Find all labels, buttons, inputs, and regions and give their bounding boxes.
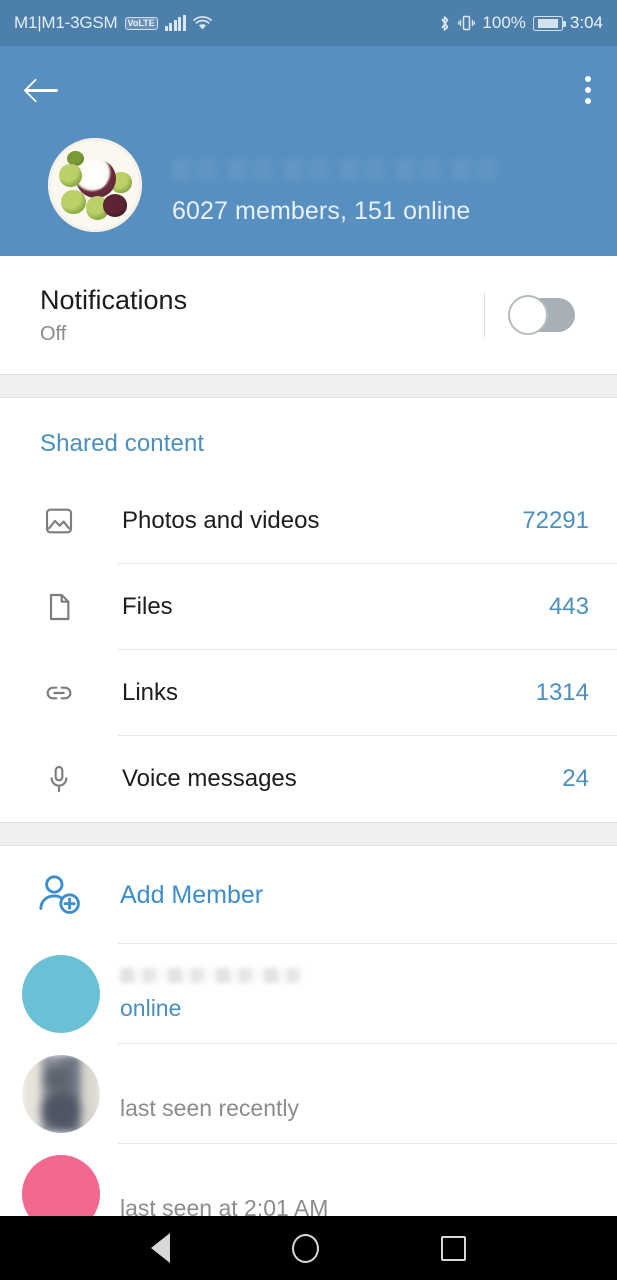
nav-home-icon[interactable] (292, 1233, 319, 1263)
nav-back-icon[interactable] (151, 1233, 170, 1263)
notifications-status: Off (40, 322, 67, 345)
member-row-2[interactable]: last seen recently (0, 1044, 617, 1144)
shared-row-label: Links (122, 679, 179, 706)
group-title-redacted (172, 159, 502, 181)
member-info: last seen recently (100, 1066, 617, 1122)
section-divider-band (0, 374, 617, 398)
telegram-group-info-screen: M1|M1-3GSM VoLTE 100% 3:04 6027 members,… (0, 0, 617, 1280)
notifications-title: Notifications (40, 284, 188, 315)
shared-row-count: 24 (562, 765, 589, 792)
member-status: online (120, 995, 182, 1021)
members-section: Add Member online last seen recently las… (0, 846, 617, 1244)
mangosteen-photo-icon (48, 138, 142, 232)
member-row-1[interactable]: online (0, 944, 617, 1044)
back-arrow-icon[interactable] (26, 76, 60, 104)
add-person-icon (30, 872, 92, 918)
header-text-block: 6027 members, 151 online (172, 159, 591, 232)
photo-icon (40, 505, 78, 537)
member-name-redacted (120, 968, 300, 983)
notifications-toggle[interactable] (508, 295, 575, 335)
shared-row-count: 443 (548, 593, 589, 620)
member-avatar (22, 1055, 100, 1133)
group-avatar[interactable] (48, 138, 142, 232)
member-info: last seen at 2:01 AM (100, 1166, 617, 1222)
shared-row-count: 1314 (535, 679, 589, 706)
header-body: 6027 members, 151 online (0, 138, 617, 256)
status-bar-left: M1|M1-3GSM VoLTE (14, 13, 212, 33)
carrier-label: M1|M1-3GSM (14, 13, 118, 32)
shared-row-voice[interactable]: Voice messages 24 (0, 736, 617, 822)
section-divider-band-2 (0, 822, 617, 846)
toggle-knob (508, 295, 548, 335)
header-toolbar (0, 46, 617, 108)
overflow-menu-icon[interactable] (585, 72, 593, 108)
notifications-row[interactable]: Notifications Off (0, 256, 617, 374)
group-header: 6027 members, 151 online (0, 46, 617, 256)
toggle-divider (484, 293, 485, 337)
shared-row-files[interactable]: Files 443 (0, 564, 617, 650)
clock-label: 3:04 (569, 13, 603, 32)
shared-row-label: Voice messages (122, 765, 297, 792)
vibrate-icon (458, 14, 476, 32)
member-info: online (100, 966, 617, 1022)
shared-content-section: Shared content Photos and videos 72291 F… (0, 398, 617, 822)
shared-content-title: Shared content (40, 430, 205, 457)
member-count-label: 6027 members, 151 online (172, 197, 471, 225)
shared-row-links[interactable]: Links 1314 (0, 650, 617, 736)
android-nav-bar (0, 1216, 617, 1280)
bluetooth-icon (438, 14, 451, 33)
file-icon (40, 591, 78, 623)
shared-row-photos[interactable]: Photos and videos 72291 (0, 478, 617, 564)
wifi-icon (192, 15, 212, 31)
shared-row-label: Photos and videos (122, 507, 320, 534)
shared-row-count: 72291 (522, 507, 589, 534)
status-bar: M1|M1-3GSM VoLTE 100% 3:04 (0, 0, 617, 46)
blurred-photo-icon (22, 1055, 100, 1133)
add-member-button[interactable]: Add Member (0, 846, 617, 944)
status-bar-right: 100% 3:04 (438, 13, 603, 33)
microphone-icon (40, 763, 78, 795)
member-status: last seen recently (120, 1095, 299, 1121)
member-avatar (22, 955, 100, 1033)
battery-percent-label: 100% (482, 13, 526, 32)
add-member-label: Add Member (120, 880, 264, 909)
notifications-texts: Notifications Off (40, 285, 484, 346)
volte-badge-icon: VoLTE (124, 16, 158, 30)
signal-bars-icon (164, 15, 186, 31)
battery-icon (532, 15, 566, 31)
link-icon (40, 677, 78, 709)
notifications-toggle-wrap (484, 293, 589, 337)
shared-row-label: Files (122, 593, 173, 620)
nav-recents-icon[interactable] (441, 1235, 466, 1261)
